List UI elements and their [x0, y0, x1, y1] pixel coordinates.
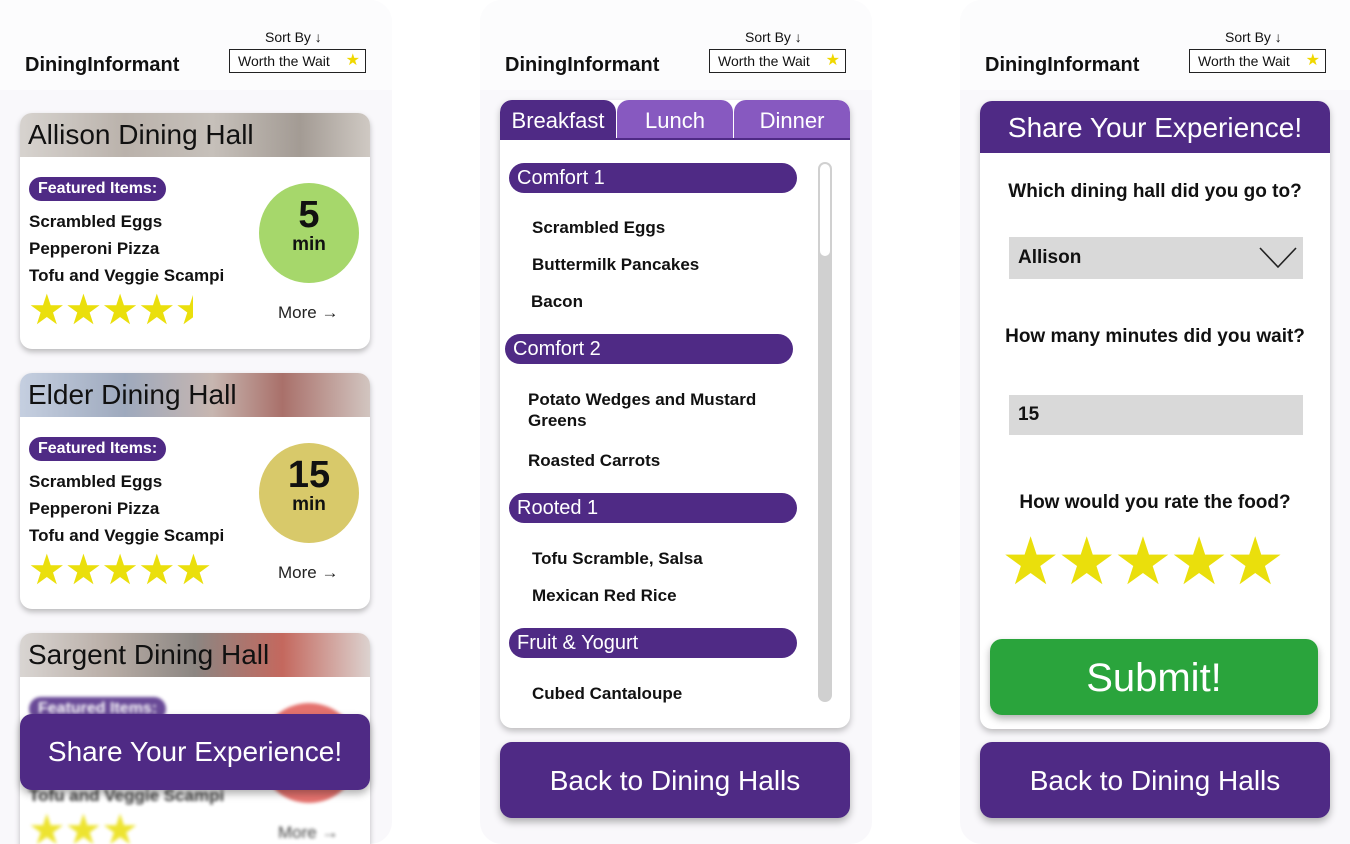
menu-item: Roasted Carrots	[528, 451, 661, 470]
tab-breakfast[interactable]: Breakfast	[500, 100, 616, 140]
rating-stars: ★★★	[28, 806, 139, 844]
scrollbar-thumb[interactable]	[820, 164, 830, 256]
wait-value: 15	[287, 454, 331, 496]
header: DiningInformant Sort By ↓ Worth the Wait…	[480, 0, 872, 90]
sort-dropdown[interactable]: Worth the Wait ★	[229, 49, 366, 73]
wait-unit: min	[292, 494, 326, 515]
station-header: Comfort 1	[509, 163, 797, 193]
question-wait-minutes: How many minutes did you wait?	[1005, 326, 1305, 347]
dining-hall-select[interactable]: Allison	[1009, 237, 1303, 279]
hall-card-allison[interactable]: Allison Dining Hall Featured Items: Scra…	[20, 113, 370, 349]
station-header: Fruit & Yogurt	[509, 628, 797, 658]
app-title: DiningInformant	[505, 54, 660, 76]
wait-unit: min	[292, 234, 326, 255]
featured-item: Scrambled Eggs	[29, 472, 163, 491]
hall-name: Elder Dining Hall	[28, 379, 237, 410]
featured-item: Pepperoni Pizza	[29, 499, 160, 518]
more-link[interactable]: More →	[278, 303, 338, 323]
meal-tabs: Breakfast Lunch Dinner	[500, 100, 850, 140]
dining-halls-screen: DiningInformant Sort By ↓ Worth the Wait…	[0, 0, 392, 844]
menu-item: Bacon	[531, 292, 583, 311]
featured-items-label: Featured Items:	[29, 177, 167, 201]
hall-name: Allison Dining Hall	[28, 119, 254, 150]
sort-value: Worth the Wait	[238, 53, 330, 69]
more-link[interactable]: More →	[278, 563, 338, 583]
hall-card-elder[interactable]: Elder Dining Hall Featured Items: Scramb…	[20, 373, 370, 609]
menu-item: Buttermilk Pancakes	[532, 255, 700, 274]
sort-by-label[interactable]: Sort By ↓	[745, 29, 802, 45]
tab-underline	[500, 138, 850, 140]
share-experience-screen: DiningInformant Sort By ↓ Worth the Wait…	[960, 0, 1350, 844]
share-form: Share Your Experience! Which dining hall…	[980, 101, 1330, 729]
sort-value: Worth the Wait	[1198, 53, 1290, 69]
wait-minutes-input[interactable]: 15	[1009, 395, 1303, 435]
sort-by-label[interactable]: Sort By ↓	[265, 29, 322, 45]
featured-item: Tofu and Veggie Scampi	[29, 526, 225, 545]
star-icon: ★	[1305, 52, 1320, 69]
food-rating-stars[interactable]: ★★★★★	[1001, 523, 1285, 599]
back-to-dining-halls-button[interactable]: Back to Dining Halls	[500, 742, 850, 818]
sort-by-label[interactable]: Sort By ↓	[1225, 29, 1282, 45]
question-dining-hall: Which dining hall did you go to?	[1008, 181, 1302, 202]
menu-item: Mexican Red Rice	[532, 586, 677, 605]
menu-scrollbar[interactable]	[818, 162, 832, 702]
selected-hall: Allison	[1018, 247, 1082, 268]
form-title: Share Your Experience!	[980, 101, 1330, 153]
star-icon: ★★★★	[28, 286, 176, 333]
app-title: DiningInformant	[985, 54, 1140, 76]
app-title: DiningInformant	[25, 54, 180, 76]
menu-screen: DiningInformant Sort By ↓ Worth the Wait…	[480, 0, 872, 844]
chevron-down-icon	[1259, 247, 1297, 269]
menu-item: Potato Wedges and Mustard Greens	[528, 390, 757, 430]
star-icon: ★	[345, 52, 360, 69]
tab-dinner[interactable]: Dinner	[734, 100, 850, 140]
sort-value: Worth the Wait	[718, 53, 810, 69]
sort-dropdown[interactable]: Worth the Wait ★	[1189, 49, 1326, 73]
header: DiningInformant Sort By ↓ Worth the Wait…	[960, 0, 1350, 90]
tab-lunch[interactable]: Lunch	[617, 100, 733, 140]
rating-stars: ★★★★★	[28, 287, 193, 333]
menu-item: Tofu Scramble, Salsa	[532, 549, 703, 568]
featured-item: Pepperoni Pizza	[29, 239, 160, 258]
menu-panel: Breakfast Lunch Dinner Comfort 1 Scrambl…	[500, 100, 850, 728]
wait-value: 5	[298, 194, 320, 236]
sort-dropdown[interactable]: Worth the Wait ★	[709, 49, 846, 73]
menu-item: Cubed Cantaloupe	[532, 684, 683, 703]
rating-stars: ★★★★★	[28, 546, 212, 593]
question-food-rating: How would you rate the food?	[1019, 492, 1291, 513]
station-header: Comfort 2	[505, 334, 793, 364]
wait-time-badge: 5 min	[259, 183, 359, 283]
station-header: Rooted 1	[509, 493, 797, 523]
share-experience-button[interactable]: Share Your Experience!	[20, 714, 370, 790]
hall-name: Sargent Dining Hall	[28, 639, 270, 670]
featured-item: Tofu and Veggie Scampi	[29, 266, 225, 285]
back-to-dining-halls-button[interactable]: Back to Dining Halls	[980, 742, 1330, 818]
menu-item: Scrambled Eggs	[532, 218, 666, 237]
featured-items-label: Featured Items:	[29, 437, 167, 461]
star-icon: ★	[825, 52, 840, 69]
more-link[interactable]: More →	[278, 823, 338, 843]
wait-time-badge: 15 min	[259, 443, 359, 543]
featured-item: Scrambled Eggs	[29, 212, 163, 231]
submit-button[interactable]: Submit!	[990, 639, 1318, 715]
half-star-icon: ★	[175, 287, 193, 333]
header: DiningInformant Sort By ↓ Worth the Wait…	[0, 0, 392, 90]
